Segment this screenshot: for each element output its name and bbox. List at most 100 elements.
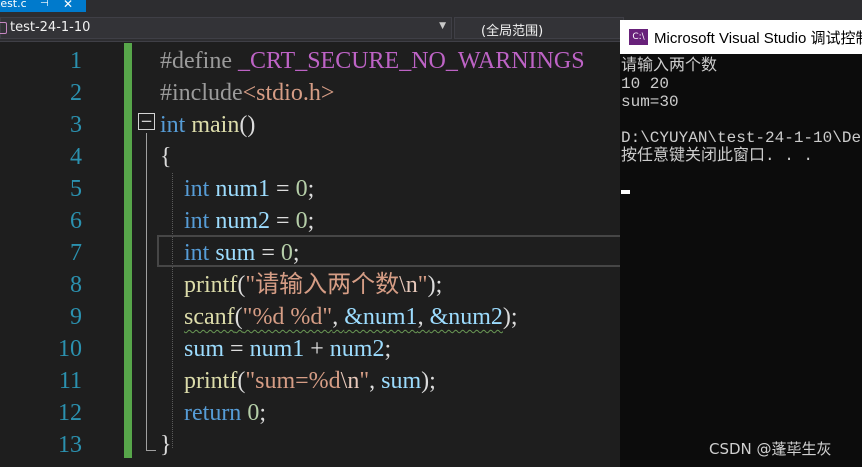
code-line[interactable]: int sum = 0; <box>160 237 300 269</box>
document-tab-strip: test.c ⊣ ✕ <box>0 0 862 14</box>
code-token: \n <box>399 272 418 298</box>
line-number: 6 <box>70 208 82 234</box>
console-output-line: 按任意键关闭此窗口. . . <box>621 147 814 165</box>
code-token: num1 <box>215 176 271 202</box>
console-output-line: sum=30 <box>621 93 679 111</box>
line-number: 8 <box>70 272 82 298</box>
code-token: ; <box>292 240 300 266</box>
code-token: ); <box>421 368 436 394</box>
code-token: ; <box>307 176 315 202</box>
code-token: sum <box>184 336 225 362</box>
code-token: = <box>270 176 296 202</box>
code-token: ); <box>502 304 518 330</box>
scope-dropdown[interactable]: (全局范围) <box>454 17 624 39</box>
code-token: \n <box>340 368 360 394</box>
code-token: , <box>417 304 430 330</box>
code-line[interactable]: { <box>160 141 172 173</box>
line-number: 12 <box>58 400 82 426</box>
pin-icon[interactable]: ⊣ <box>40 0 49 9</box>
code-token: 0 <box>280 240 293 266</box>
code-token: ; <box>307 208 315 234</box>
code-line[interactable]: } <box>160 429 172 461</box>
code-line[interactable]: int num2 = 0; <box>160 205 314 237</box>
line-number: 3 <box>70 112 82 138</box>
code-line[interactable]: printf("请输入两个数\n"); <box>160 269 442 301</box>
code-token: " <box>417 272 428 298</box>
code-token: int <box>184 176 210 202</box>
code-token: = <box>270 208 296 234</box>
console-output-line: 10 20 <box>621 75 670 93</box>
code-token: int <box>184 240 210 266</box>
project-dropdown-label: test-24-1-10 <box>10 20 91 35</box>
code-token: 0 <box>295 208 308 234</box>
fold-guide <box>146 133 147 451</box>
code-token: main <box>191 112 240 138</box>
project-dropdown[interactable]: test-24-1-10 ▼ <box>0 17 452 39</box>
chevron-down-icon[interactable]: ▼ <box>439 21 446 31</box>
code-line[interactable]: scanf("%d %d", &num1, &num2); <box>160 301 518 333</box>
code-token: int <box>184 208 210 234</box>
line-number: 13 <box>58 432 82 458</box>
debug-console-window[interactable]: C:\ Microsoft Visual Studio 调试控制台 请输入两个数… <box>620 20 862 467</box>
code-token: printf <box>184 368 238 394</box>
tab-title: test.c <box>0 0 27 10</box>
change-tracking-bar <box>124 43 132 458</box>
code-token: " <box>359 368 370 394</box>
code-token: 0 <box>247 400 260 426</box>
scope-dropdown-label: (全局范围) <box>481 24 544 39</box>
line-number: 5 <box>70 176 82 202</box>
code-token: &num1 <box>344 304 418 330</box>
fold-guide-end <box>146 450 156 451</box>
code-token: _CRT_SECURE_NO_WARNINGS <box>237 48 585 74</box>
code-token: ; <box>384 336 392 362</box>
code-token: , <box>332 304 345 330</box>
code-token: = <box>224 336 250 362</box>
code-line[interactable]: #include<stdio.h> <box>160 77 334 109</box>
line-number: 7 <box>70 240 82 266</box>
project-icon <box>0 22 7 34</box>
code-line[interactable]: return 0; <box>160 397 266 429</box>
code-token: num1 <box>249 336 305 362</box>
code-token: #define <box>160 48 238 74</box>
collapse-icon[interactable]: − <box>138 113 155 130</box>
console-cursor <box>621 190 630 194</box>
code-token: &num2 <box>429 304 503 330</box>
code-token: } <box>160 432 172 458</box>
code-token: num2 <box>215 208 271 234</box>
console-title-bar[interactable]: C:\ Microsoft Visual Studio 调试控制台 <box>620 20 862 54</box>
code-line[interactable]: int main() <box>160 109 255 141</box>
line-number: 11 <box>58 368 82 394</box>
code-token: , <box>369 368 382 394</box>
code-token: { <box>160 144 172 170</box>
code-line[interactable]: int num1 = 0; <box>160 173 314 205</box>
line-number: 9 <box>70 304 82 330</box>
code-editor[interactable]: 1 2 3 4 5 6 7 8 9 10 11 12 13 − #define _CRT_SECURE_… <box>0 43 620 467</box>
code-token: sum <box>381 368 422 394</box>
code-line[interactable]: sum = num1 + num2; <box>160 333 391 365</box>
line-number: 2 <box>70 80 82 106</box>
code-token: 0 <box>295 176 308 202</box>
line-number: 1 <box>70 48 82 74</box>
code-token: scanf <box>184 304 235 330</box>
document-tab[interactable]: test.c ⊣ ✕ <box>0 0 86 12</box>
code-token: printf <box>184 272 238 298</box>
line-number: 4 <box>70 144 82 170</box>
code-token: "sum=%d <box>245 368 341 394</box>
code-line[interactable]: #define _CRT_SECURE_NO_WARNINGS <box>160 45 585 77</box>
code-token: = <box>255 240 281 266</box>
code-token: ( <box>234 304 243 330</box>
code-line[interactable]: printf("sum=%d\n", sum); <box>160 365 436 397</box>
code-token: return <box>184 400 242 426</box>
console-title: Microsoft Visual Studio 调试控制台 <box>654 30 862 47</box>
console-app-icon: C:\ <box>629 29 648 45</box>
code-token: "请输入两个数 <box>245 272 400 298</box>
code-token: <stdio.h> <box>242 80 335 106</box>
close-icon[interactable]: ✕ <box>63 0 73 10</box>
